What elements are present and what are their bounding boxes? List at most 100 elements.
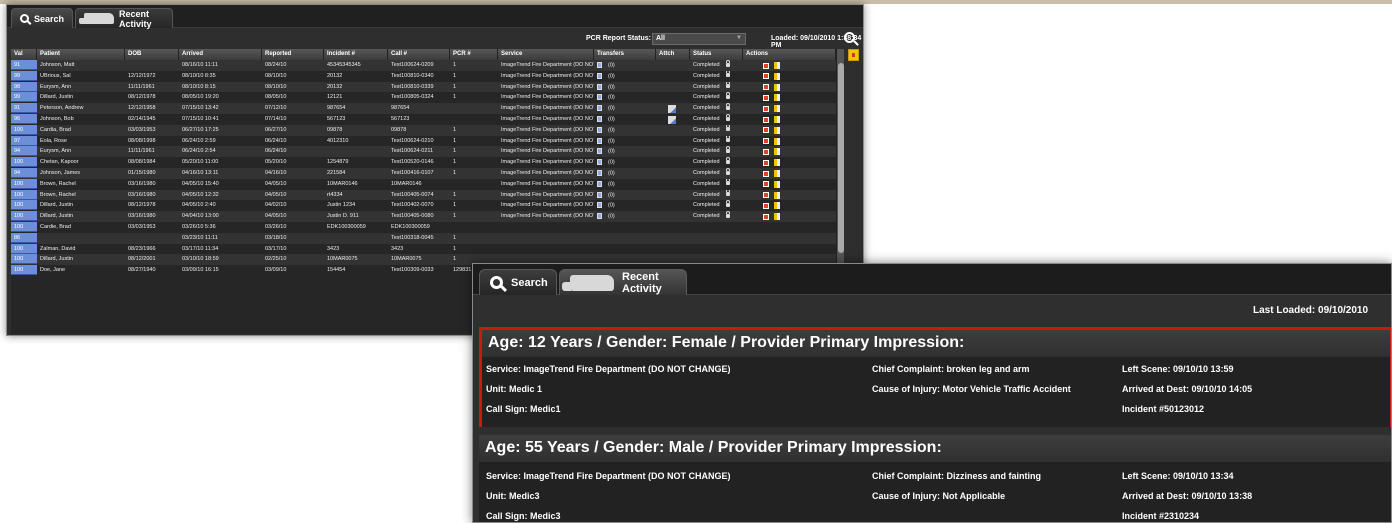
pdf-icon[interactable]	[763, 116, 769, 123]
pdf-icon[interactable]	[763, 148, 769, 155]
scrollbar-thumb[interactable]	[838, 63, 844, 253]
column-header[interactable]: Patient	[37, 49, 125, 60]
search-icon[interactable]	[844, 32, 855, 43]
edit-report-icon[interactable]	[774, 72, 780, 80]
pdf-icon[interactable]	[763, 192, 769, 199]
transfer-icon[interactable]	[597, 180, 602, 187]
table-row[interactable]: 99 Dillard, Justin 08/12/1978 08/05/10 19:2…	[11, 92, 836, 104]
column-header[interactable]: Arrived	[179, 49, 262, 60]
edit-report-icon[interactable]	[774, 170, 780, 177]
transfer-icon[interactable]	[597, 94, 602, 101]
edit-report-icon[interactable]	[774, 202, 780, 210]
edit-report-icon[interactable]	[774, 105, 780, 113]
column-header[interactable]: Transfers	[594, 49, 656, 60]
cell-incident: EDK100300059	[327, 224, 366, 230]
column-header[interactable]: DOB	[125, 49, 179, 60]
column-header[interactable]: Call #	[388, 49, 450, 60]
table-row[interactable]: 100 Brown, Rachel 03/16/1980 04/05/10 15:40…	[11, 178, 836, 190]
pdf-icon[interactable]	[763, 213, 769, 220]
transfer-icon[interactable]	[597, 170, 602, 176]
pdf-icon[interactable]	[763, 105, 769, 112]
transfer-icon[interactable]	[597, 202, 602, 209]
edit-report-icon[interactable]	[774, 191, 780, 199]
edit-report-icon[interactable]	[774, 126, 780, 134]
table-row[interactable]: 96 Johnson, Bob 02/14/1945 07/15/10 10:41 07…	[11, 114, 836, 125]
pcr-status-select[interactable]: All ▼	[652, 33, 746, 45]
column-header[interactable]: PCR #	[450, 49, 498, 60]
transfer-icon[interactable]	[597, 159, 602, 166]
transfer-icon[interactable]	[597, 137, 602, 144]
attachment-icon[interactable]	[668, 116, 676, 124]
pdf-icon[interactable]	[763, 127, 769, 134]
transfer-icon[interactable]	[597, 148, 602, 155]
report-icon[interactable]	[848, 49, 859, 61]
table-row[interactable]: 100 Brown, Rachel 03/16/1980 04/05/10 12:32…	[11, 189, 836, 201]
table-row[interactable]: 91 Peterson, Andrew 12/12/1958 07/15/10 13:…	[11, 103, 836, 114]
cell-status	[690, 222, 743, 232]
edit-report-icon[interactable]	[774, 94, 780, 102]
cell-actions	[743, 114, 836, 124]
pdf-icon[interactable]	[763, 138, 769, 145]
tab-recent-activity[interactable]: Recent Activity	[75, 8, 173, 29]
transfer-count: (0)	[608, 105, 615, 112]
column-header[interactable]: Reported	[262, 49, 324, 60]
transfer-icon[interactable]	[597, 213, 602, 220]
table-row[interactable]: 97 Eola, Rose 08/08/1998 06/24/10 2:59 06/24…	[11, 135, 836, 147]
edit-report-icon[interactable]	[774, 62, 780, 69]
column-header[interactable]: Val	[11, 49, 37, 60]
column-header[interactable]: Attch	[656, 49, 690, 60]
table-row[interactable]: 98 Eurysm, Ann 11/11/1961 08/10/10 8:15 08/1…	[11, 81, 836, 93]
edit-report-icon[interactable]	[774, 148, 780, 156]
cell-incident: 221584	[327, 170, 346, 176]
table-row[interactable]: 100 Cardia, Brad 03/03/1953 06/27/10 17:25 0…	[11, 124, 836, 136]
column-header[interactable]: Actions	[743, 49, 836, 60]
table-row[interactable]: 86 03/23/10 11:11 03/18/10 Test100318-0045 1	[11, 232, 836, 244]
column-header[interactable]: Incident #	[324, 49, 388, 60]
attachment-icon[interactable]	[668, 105, 676, 114]
pdf-icon[interactable]	[763, 94, 769, 101]
transfer-icon[interactable]	[597, 126, 602, 133]
edit-report-icon[interactable]	[774, 180, 780, 188]
cell-incident	[324, 146, 388, 156]
edit-report-icon[interactable]	[774, 116, 780, 123]
table-row[interactable]: 100 Chetan, Kapoor 08/08/1984 05/20/10 11:0…	[11, 157, 836, 168]
edit-report-icon[interactable]	[774, 83, 780, 91]
table-row[interactable]: 100 Cardie, Brad 03/03/1953 03/26/10 5:36 03…	[11, 222, 836, 233]
column-header[interactable]: Status	[690, 49, 743, 60]
tab-recent-activity[interactable]: Recent Activity	[559, 269, 687, 295]
cell-actions	[743, 103, 836, 113]
pdf-icon[interactable]	[763, 159, 769, 166]
transfer-icon[interactable]	[597, 83, 602, 90]
table-row[interactable]: 94 Eurysm, Ann 11/11/1961 06/24/10 2:54 06/2…	[11, 146, 836, 158]
transfer-icon[interactable]	[597, 105, 602, 112]
pdf-icon[interactable]	[763, 73, 769, 80]
activity-card[interactable]: Age: 12 Years / Gender: Female / Provide…	[479, 327, 1391, 427]
table-row[interactable]: 91 Johnson, Matt 08/16/10 11:11 08/24/10 453…	[11, 60, 836, 71]
edit-report-icon[interactable]	[774, 137, 780, 145]
transfer-icon[interactable]	[597, 62, 602, 68]
cell-service: ImageTrend Fire Department (DO NOT	[501, 170, 594, 176]
column-header[interactable]: Service	[498, 49, 594, 60]
transfer-count: (0)	[608, 62, 615, 69]
transfer-icon[interactable]	[597, 116, 602, 122]
pdf-icon[interactable]	[763, 62, 769, 69]
pdf-icon[interactable]	[763, 181, 769, 188]
lock-icon	[725, 60, 731, 67]
edit-report-icon[interactable]	[774, 159, 780, 167]
table-row[interactable]: 99 UBrious, Sal 12/12/1972 08/10/10 8:35 08/…	[11, 70, 836, 82]
tab-search[interactable]: Search	[11, 8, 73, 28]
tab-search[interactable]: Search	[479, 269, 557, 295]
cell-reported: 06/24/10	[265, 148, 287, 155]
transfer-icon[interactable]	[597, 191, 602, 198]
activity-card[interactable]: Age: 55 Years / Gender: Male / Provider …	[479, 435, 1391, 522]
pdf-icon[interactable]	[763, 170, 769, 177]
transfer-icon[interactable]	[597, 72, 602, 79]
cell-actions	[743, 136, 836, 146]
table-row[interactable]: 100 Dillard, Justin 08/12/1978 04/05/10 2:4…	[11, 200, 836, 212]
pdf-icon[interactable]	[763, 202, 769, 209]
table-row[interactable]: 100 Zalman, David 08/23/1966 03/17/10 11:34…	[11, 243, 836, 255]
edit-report-icon[interactable]	[774, 213, 780, 221]
pdf-icon[interactable]	[763, 84, 769, 91]
table-row[interactable]: 94 Johnson, James 01/15/1980 04/16/10 13:11…	[11, 168, 836, 179]
table-row[interactable]: 100 Dillard, Justin 03/16/1980 04/04/10 13:…	[11, 211, 836, 222]
